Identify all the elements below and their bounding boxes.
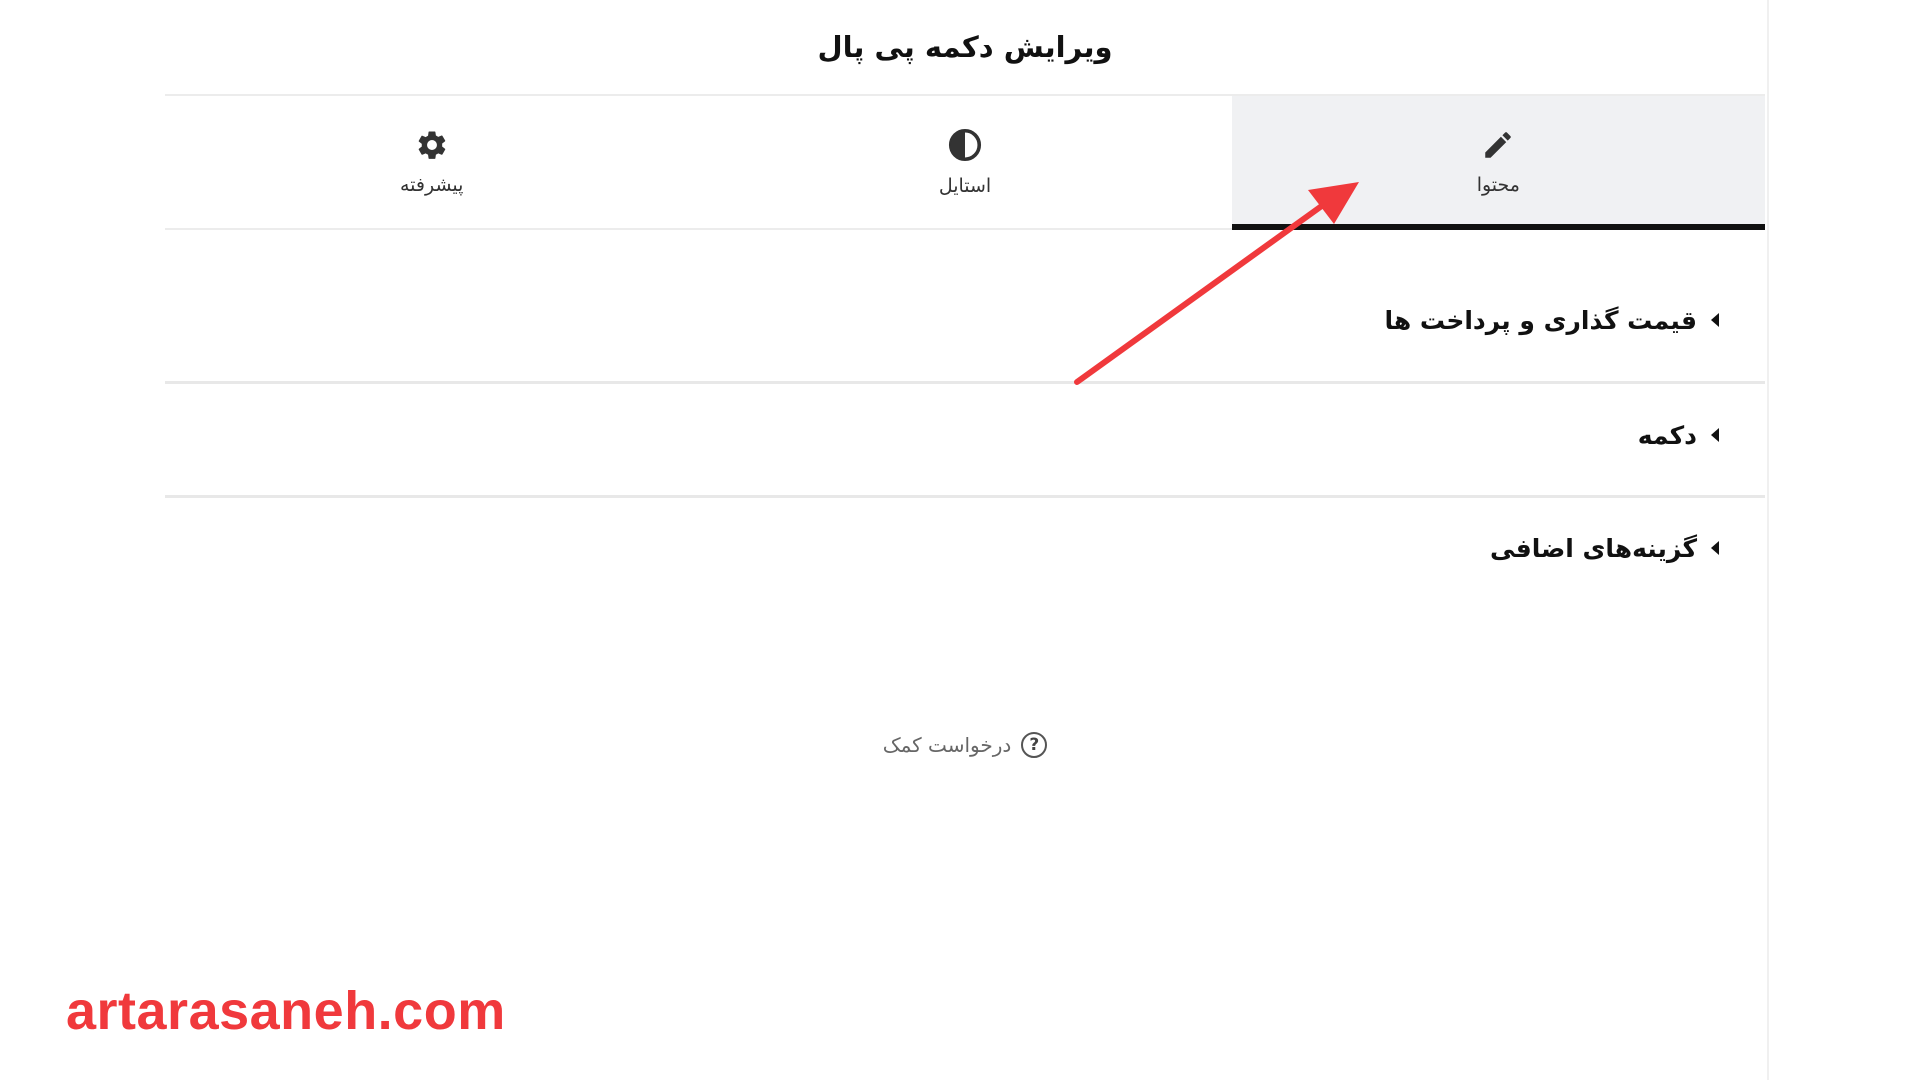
help-request-link[interactable]: ? درخواست کمک <box>165 725 1765 765</box>
contrast-icon <box>947 127 983 163</box>
caret-left-icon <box>1711 313 1719 327</box>
pencil-icon <box>1481 128 1515 162</box>
panel-title: ویرایش دکمه پی پال <box>165 0 1765 96</box>
section-extra-options-label: گزینه‌های اضافی <box>1490 533 1697 563</box>
section-pricing-payments[interactable]: قیمت گذاری و پرداخت ها <box>165 290 1765 350</box>
editor-panel: ویرایش دکمه پی پال محتوا استایل پیشرفته … <box>165 0 1766 1080</box>
caret-left-icon <box>1711 541 1719 555</box>
tab-style-label: استایل <box>938 175 992 197</box>
section-extra-options[interactable]: گزینه‌های اضافی <box>165 518 1765 578</box>
section-button-label: دکمه <box>1637 420 1697 450</box>
help-request-label: درخواست کمک <box>882 733 1012 757</box>
gear-icon <box>415 128 449 162</box>
tab-advanced-label: پیشرفته <box>399 174 464 196</box>
stage: ویرایش دکمه پی پال محتوا استایل پیشرفته … <box>0 0 1920 1080</box>
tab-bar: محتوا استایل پیشرفته <box>165 96 1766 230</box>
section-button[interactable]: دکمه <box>165 405 1765 465</box>
tab-content[interactable]: محتوا <box>1231 96 1766 230</box>
tab-advanced[interactable]: پیشرفته <box>165 96 698 228</box>
tab-content-label: محتوا <box>1476 174 1520 196</box>
section-divider <box>165 381 1765 384</box>
caret-left-icon <box>1711 428 1719 442</box>
question-circle-icon: ? <box>1021 732 1048 758</box>
right-side-area <box>1767 0 1920 1080</box>
section-pricing-payments-label: قیمت گذاری و پرداخت ها <box>1384 305 1697 335</box>
tab-style[interactable]: استایل <box>698 96 1231 228</box>
watermark-text: artarasaneh.com <box>66 981 506 1041</box>
section-divider <box>165 495 1765 498</box>
